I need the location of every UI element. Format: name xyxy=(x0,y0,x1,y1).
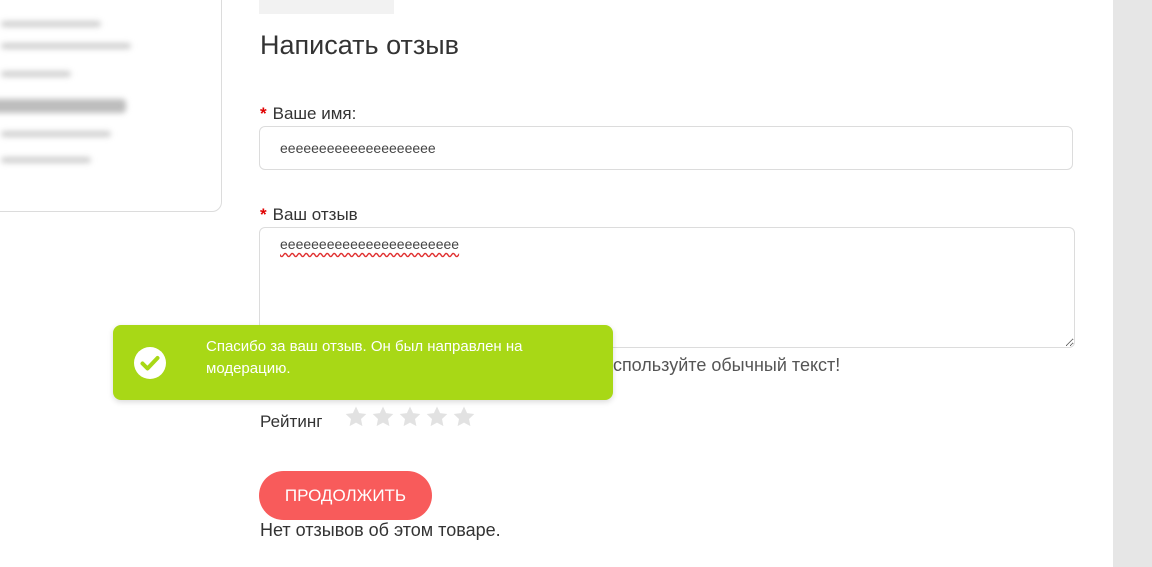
star-icon[interactable] xyxy=(344,405,371,432)
star-icon[interactable] xyxy=(425,405,452,432)
star-icon[interactable] xyxy=(398,405,425,432)
required-mark: * xyxy=(260,205,267,224)
rating-stars xyxy=(344,405,479,432)
product-info-card xyxy=(0,0,222,212)
success-toast[interactable]: Спасибо за ваш отзыв. Он был направлен н… xyxy=(113,325,613,400)
name-input[interactable] xyxy=(259,126,1073,170)
no-reviews-text: Нет отзывов об этом товаре. xyxy=(260,520,501,540)
required-mark: * xyxy=(260,104,267,123)
plain-text-hint: Используйте обычный текст! xyxy=(600,355,841,375)
rating-label: Рейтинг xyxy=(260,412,323,431)
right-scroll-area xyxy=(1113,0,1152,567)
page-title: Написать отзыв xyxy=(260,30,459,60)
continue-button[interactable]: ПРОДОЛЖИТЬ xyxy=(259,471,432,520)
star-icon[interactable] xyxy=(371,405,398,432)
star-icon[interactable] xyxy=(452,405,479,432)
name-label-text: Ваше имя: xyxy=(272,104,357,123)
review-label-text: Ваш отзыв xyxy=(272,205,358,224)
check-circle-icon xyxy=(133,346,167,380)
name-label: * Ваше имя: xyxy=(260,104,356,124)
toast-message: Спасибо за ваш отзыв. Он был направлен н… xyxy=(206,338,523,377)
review-label: * Ваш отзыв xyxy=(260,205,358,225)
top-tab[interactable] xyxy=(259,0,394,14)
